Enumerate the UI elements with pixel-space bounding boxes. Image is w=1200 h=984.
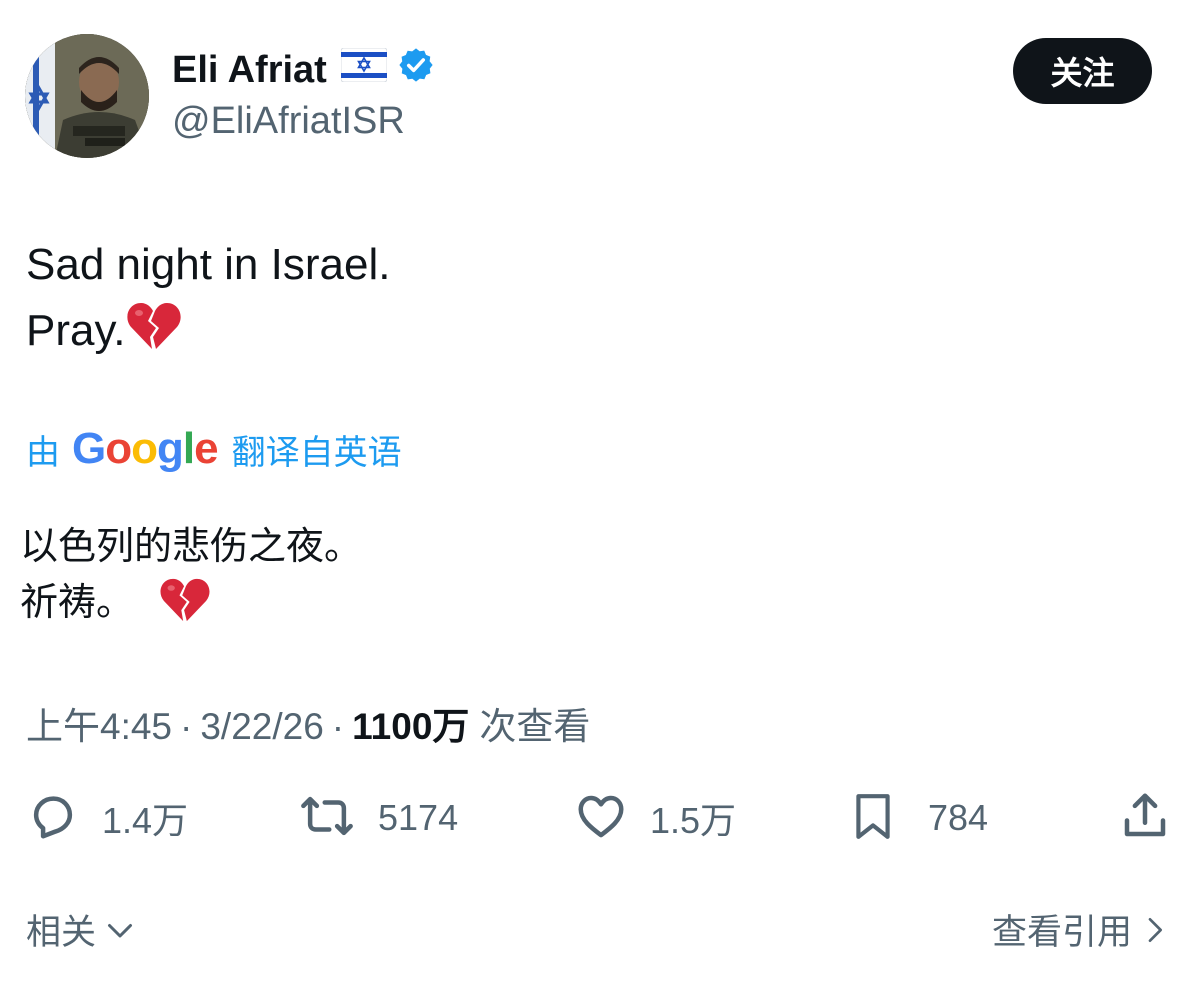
google-logo-letter: G <box>72 424 106 473</box>
translated-text-line: 祈祷。 <box>20 574 362 638</box>
google-logo-letter: l <box>182 424 195 473</box>
broken-heart-icon <box>127 301 182 370</box>
author-display-name[interactable]: Eli Afriat <box>172 49 327 92</box>
broken-heart-icon <box>160 577 210 638</box>
view-quotes-link[interactable]: 查看引用 <box>992 904 1170 955</box>
google-logo-letter: g <box>157 424 184 473</box>
translation-prefix: 由 <box>26 432 60 473</box>
author-display-name-row[interactable]: Eli Afriat <box>172 46 435 94</box>
google-logo-letter: e <box>194 424 219 473</box>
translation-attribution[interactable]: 由 Google 翻译自英语 <box>26 424 402 474</box>
google-logo-letter: o <box>131 424 158 473</box>
bookmark-count: 784 <box>928 797 989 838</box>
reply-button[interactable]: 1.4万 <box>26 786 188 850</box>
retweet-button[interactable]: 5174 <box>298 786 458 850</box>
reply-count: 1.4万 <box>102 800 189 841</box>
share-icon <box>1118 789 1172 848</box>
tweet-text: Sad night in Israel. Pray. <box>26 232 390 370</box>
chevron-down-icon <box>102 912 138 948</box>
heart-icon <box>574 789 628 848</box>
bookmark-button[interactable]: 784 <box>848 786 988 850</box>
tweet-text-line: Sad night in Israel. <box>26 240 391 289</box>
views-label: 次查看 <box>479 706 591 747</box>
israel-flag-icon <box>340 47 388 92</box>
related-label: 相关 <box>26 913 97 953</box>
views-count: 1100万 <box>352 706 470 747</box>
avatar[interactable] <box>25 34 149 158</box>
share-button[interactable] <box>1118 786 1172 850</box>
google-logo: Google <box>72 424 219 474</box>
related-toggle[interactable]: 相关 <box>26 904 138 955</box>
like-button[interactable]: 1.5万 <box>574 786 736 850</box>
meta-separator: · <box>180 706 193 747</box>
translation-suffix: 翻译自英语 <box>231 432 402 473</box>
tweet-text-line: Pray. <box>26 298 390 370</box>
retweet-icon <box>298 789 356 848</box>
google-logo-letter: o <box>105 424 132 473</box>
translated-text: 以色列的悲伤之夜。 祈祷。 <box>20 518 362 638</box>
author-handle[interactable]: @EliAfriatISR <box>172 100 405 143</box>
retweet-count: 5174 <box>378 797 459 838</box>
tweet-time[interactable]: 上午4:45 <box>26 696 172 750</box>
meta-separator: · <box>331 706 345 747</box>
follow-button[interactable]: 关注 <box>1013 38 1152 104</box>
tweet-meta: 上午4:45 · 3/22/26 · 1100万 次查看 <box>26 696 590 750</box>
tweet-date[interactable]: 3/22/26 <box>200 706 323 748</box>
reply-icon <box>26 789 80 848</box>
chevron-right-icon <box>1138 912 1170 948</box>
translated-text-line: 以色列的悲伤之夜。 <box>20 524 363 568</box>
verified-badge-icon <box>397 46 435 94</box>
bookmark-icon <box>848 789 898 848</box>
view-quotes-label: 查看引用 <box>991 913 1132 953</box>
like-count: 1.5万 <box>650 800 737 841</box>
